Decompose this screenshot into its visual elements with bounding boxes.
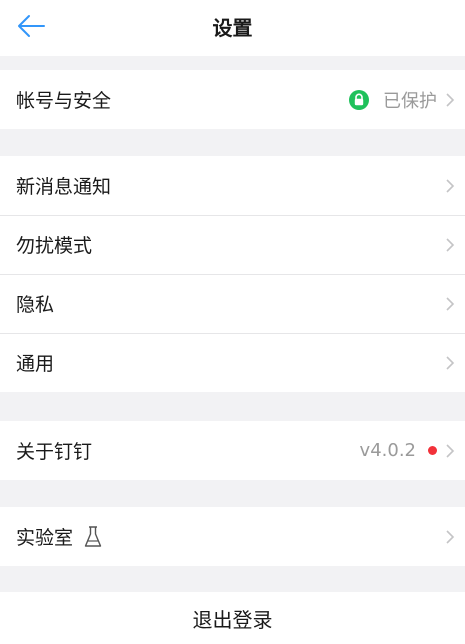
row-label: 通用 <box>16 353 55 375</box>
settings-group-account: 帐号与安全 已保护 <box>0 70 465 129</box>
row-right: v4.0.2 <box>360 440 455 461</box>
update-badge <box>428 446 437 455</box>
row-right <box>437 296 455 312</box>
settings-group-lab: 实验室 <box>0 507 465 566</box>
version-text: v4.0.2 <box>359 440 416 461</box>
row-account-security[interactable]: 帐号与安全 已保护 <box>0 70 465 129</box>
row-privacy[interactable]: 隐私 <box>0 274 465 333</box>
row-lab[interactable]: 实验室 <box>0 507 465 566</box>
settings-group-general: 新消息通知 勿扰模式 隐私 通用 <box>0 156 465 392</box>
chevron-right-icon <box>445 92 455 108</box>
row-label: 新消息通知 <box>16 176 112 198</box>
row-about-dingtalk[interactable]: 关于钉钉 v4.0.2 <box>0 421 465 480</box>
row-right <box>437 529 455 545</box>
row-right <box>437 355 455 371</box>
row-right <box>437 178 455 194</box>
lock-icon <box>349 89 369 110</box>
row-label: 实验室 <box>16 527 74 549</box>
row-new-message-notification[interactable]: 新消息通知 <box>0 156 465 215</box>
chevron-right-icon <box>445 296 455 312</box>
chevron-right-icon <box>445 178 455 194</box>
settings-group-about: 关于钉钉 v4.0.2 <box>0 421 465 480</box>
row-general[interactable]: 通用 <box>0 333 465 392</box>
chevron-right-icon <box>445 355 455 371</box>
protection-status: 已保护 <box>383 90 437 112</box>
logout-button[interactable]: 退出登录 <box>0 592 465 644</box>
row-label: 隐私 <box>16 294 55 316</box>
chevron-right-icon <box>445 237 455 253</box>
row-do-not-disturb[interactable]: 勿扰模式 <box>0 215 465 274</box>
row-label: 帐号与安全 <box>16 90 112 112</box>
row-right <box>437 237 455 253</box>
page-title: 设置 <box>212 16 253 40</box>
header-bar: 设置 <box>0 0 465 56</box>
chevron-right-icon <box>445 529 455 545</box>
chevron-right-icon <box>445 443 455 459</box>
row-label: 关于钉钉 <box>16 441 93 463</box>
row-label: 勿扰模式 <box>16 235 93 257</box>
flask-icon <box>83 525 103 549</box>
row-right: 已保护 <box>349 87 455 113</box>
